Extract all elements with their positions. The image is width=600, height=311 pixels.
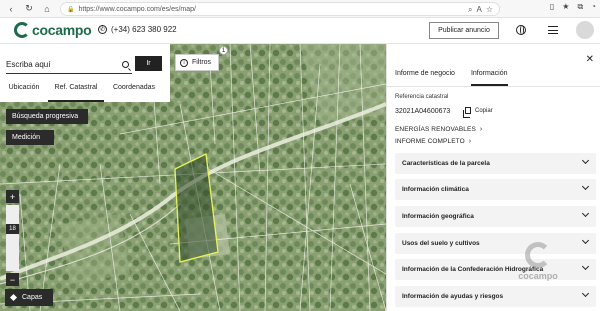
progressive-search-button[interactable]: Búsqueda progresiva: [6, 109, 88, 124]
tab-coordinates[interactable]: Coordenadas: [104, 80, 164, 102]
tab-cadastral-ref[interactable]: Ref. Catastral: [48, 80, 104, 102]
layers-icon: [10, 294, 18, 302]
publish-listing-button[interactable]: Publicar anuncio: [429, 22, 499, 39]
tab-location[interactable]: Ubicación: [0, 80, 48, 102]
copy-label: Copiar: [475, 107, 493, 114]
chevron-down-icon: [581, 209, 590, 218]
section-aid-risks[interactable]: Información de ayudas y riesgos: [395, 286, 596, 307]
copy-icon: [463, 107, 471, 118]
search-input[interactable]: Escriba aquí: [6, 56, 132, 74]
filters-button[interactable]: i Filtros: [175, 54, 219, 71]
section-climate[interactable]: Información climática: [395, 179, 596, 200]
favorite-star-icon[interactable]: ☆: [486, 5, 493, 15]
zoom-level-handle[interactable]: 18: [6, 224, 19, 234]
cadastral-ref-value: 32021A04600673: [395, 108, 451, 115]
profile-icon[interactable]: ◔: [591, 2, 596, 12]
brand-name: cocampo: [32, 22, 92, 38]
hamburger-menu-icon[interactable]: [548, 26, 558, 34]
favorites-icon[interactable]: ★: [562, 2, 569, 12]
zoom-out-button[interactable]: −: [6, 273, 19, 286]
zoom-page-icon[interactable]: ⌕: [468, 5, 472, 15]
back-icon[interactable]: ‹: [4, 2, 18, 16]
zoom-in-button[interactable]: +: [6, 190, 19, 203]
search-mode-tabs: Ubicación Ref. Catastral Coordenadas: [0, 80, 170, 102]
url-text: https://www.cocampo.com/es/es/map/: [78, 5, 196, 13]
chevron-down-icon: [581, 156, 590, 165]
filters-label: Filtros: [192, 59, 212, 66]
section-title: Información geográfica: [402, 213, 474, 220]
satellite-map[interactable]: Escriba aquí Ir Ubicación Ref. Catastral…: [0, 44, 386, 311]
globe-icon[interactable]: [516, 25, 526, 35]
section-title: Información de ayudas y riesgos: [402, 293, 504, 300]
layers-label: Capas: [22, 294, 43, 301]
chevron-down-icon: [581, 289, 590, 298]
layers-button[interactable]: Capas: [5, 289, 53, 306]
full-report-link[interactable]: INFORME COMPLETO ›: [395, 138, 471, 145]
full-report-label: INFORME COMPLETO: [395, 138, 465, 145]
address-bar[interactable]: 🔒 https://www.cocampo.com/es/es/map/ ⌕ A…: [60, 2, 500, 16]
avatar[interactable]: [576, 21, 594, 39]
split-screen-icon[interactable]: ▯: [550, 2, 554, 12]
section-geographic[interactable]: Información geográfica: [395, 206, 596, 227]
copy-button[interactable]: Copiar: [463, 107, 493, 118]
cadastral-ref-label: Referencia catastral: [395, 94, 449, 100]
search-panel: Escriba aquí Ir Ubicación Ref. Catastral…: [0, 44, 170, 102]
info-icon: i: [180, 58, 188, 67]
filters-count-badge: 1: [219, 46, 228, 55]
cocampo-logo[interactable]: cocampo: [14, 22, 92, 38]
chevron-right-icon: ›: [468, 138, 472, 145]
chevron-down-icon: [581, 262, 590, 271]
chevron-down-icon: [581, 182, 590, 191]
go-button[interactable]: Ir: [135, 56, 162, 71]
section-hydrographic[interactable]: Información de la Confederación Hidrográ…: [395, 259, 596, 280]
whatsapp-icon: ✆: [98, 25, 107, 34]
tab-business-report[interactable]: Informe de negocio: [395, 70, 455, 86]
watermark-text: cocampo: [518, 271, 558, 281]
section-title: Usos del suelo y cultivos: [402, 240, 480, 247]
chevron-right-icon: ›: [479, 126, 483, 133]
cocampo-watermark: cocampo: [515, 242, 561, 288]
parcel-info-panel: ✕ Informe de negocio Información Referen…: [386, 44, 600, 311]
browser-toolbar: ‹ ↻ ⌂ 🔒 https://www.cocampo.com/es/es/ma…: [0, 0, 600, 18]
renewable-energy-label: ENERGÍAS RENOVABLES: [395, 126, 476, 133]
home-icon[interactable]: ⌂: [40, 2, 54, 16]
reload-icon[interactable]: ↻: [22, 2, 36, 16]
panel-tabs: Informe de negocio Información: [395, 70, 508, 86]
zoom-slider[interactable]: 18: [6, 205, 19, 271]
renewable-energy-link[interactable]: ENERGÍAS RENOVABLES ›: [395, 126, 482, 133]
section-land-use[interactable]: Usos del suelo y cultivos: [395, 233, 596, 254]
tab-divider: [387, 86, 600, 87]
lock-icon: 🔒: [67, 6, 75, 13]
chevron-down-icon: [581, 236, 590, 245]
section-parcel-features[interactable]: Características de la parcela: [395, 153, 596, 174]
section-title: Información climática: [402, 186, 469, 193]
logo-mark-icon: [14, 22, 30, 38]
close-icon[interactable]: ✕: [586, 54, 594, 65]
search-icon[interactable]: [122, 61, 129, 68]
phone-number: (+34) 623 380 922: [111, 25, 177, 34]
collections-icon[interactable]: ⧉: [577, 2, 583, 12]
zoom-control: + 18 −: [6, 190, 19, 288]
tab-information[interactable]: Información: [470, 70, 508, 86]
site-header: cocampo ✆ (+34) 623 380 922 Publicar anu…: [0, 18, 600, 44]
read-aloud-icon[interactable]: A: [476, 5, 481, 15]
search-placeholder: Escriba aquí: [6, 60, 51, 69]
watermark-logo-icon: [525, 242, 551, 268]
phone-contact[interactable]: ✆ (+34) 623 380 922: [98, 25, 177, 34]
measure-button[interactable]: Medición: [6, 130, 54, 145]
section-title: Características de la parcela: [402, 160, 490, 167]
